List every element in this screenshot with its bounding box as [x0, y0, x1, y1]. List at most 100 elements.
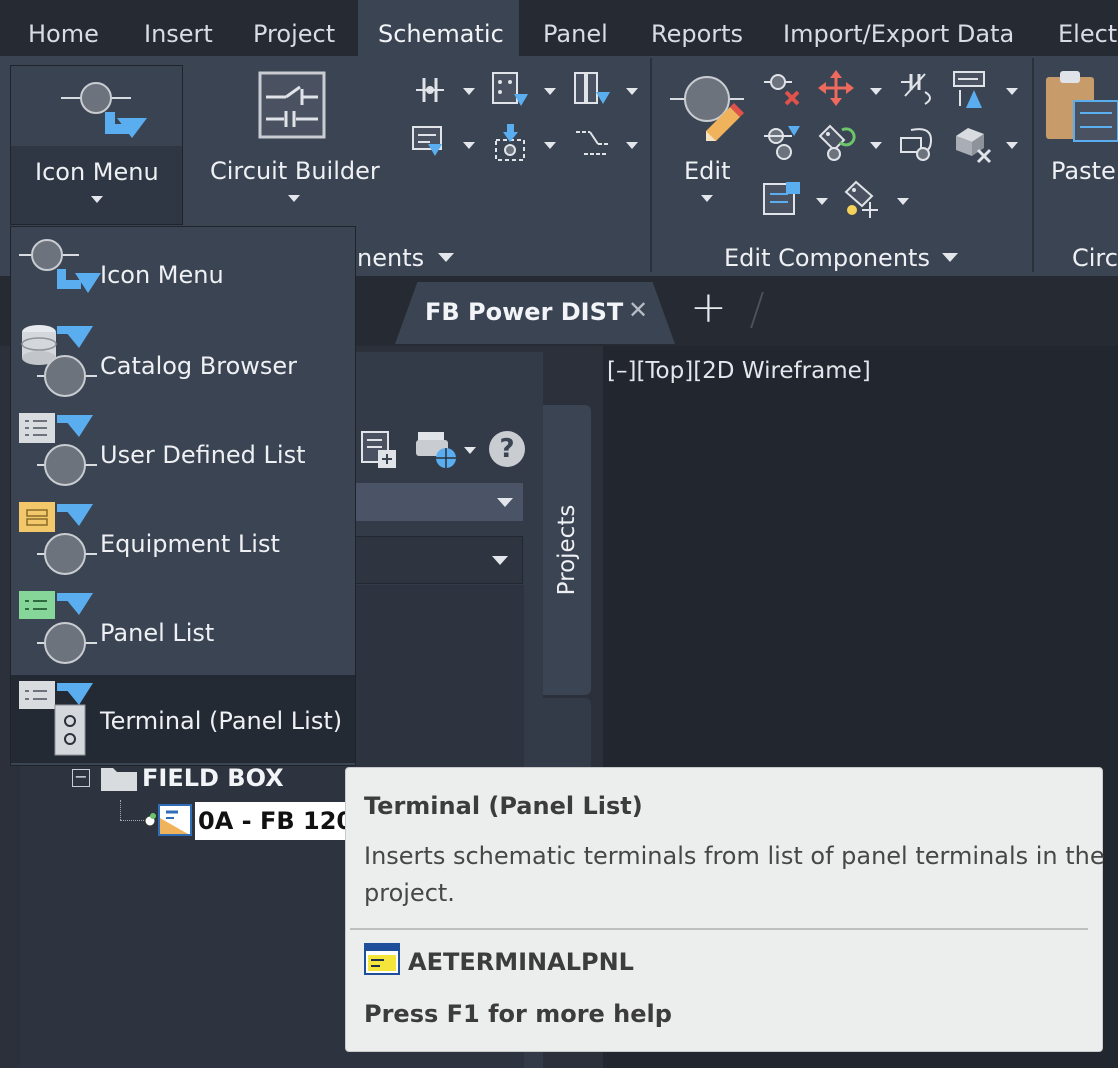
chevron-down-icon [870, 88, 882, 95]
chevron-down-icon [626, 88, 638, 95]
menu-item-label: Panel List [100, 619, 215, 647]
user-defined-list-icon [19, 413, 97, 486]
chevron-down-icon [870, 142, 882, 149]
toggle-no-nc-icon[interactable] [897, 70, 937, 110]
add-tab-icon[interactable]: + [690, 282, 727, 333]
menu-item-label: Icon Menu [100, 261, 224, 289]
circuit-panel-label: Circ [1072, 244, 1118, 272]
folder-icon [101, 768, 137, 791]
tree-connector [120, 800, 123, 820]
tree-drawing-label: 0A - FB 120 [198, 807, 345, 835]
edit-button[interactable]: Edit [664, 65, 754, 215]
user-move-icon[interactable] [897, 124, 939, 164]
circuit-builder-label: Circuit Builder [210, 157, 380, 185]
delete-block-icon[interactable] [952, 124, 994, 164]
tab-electrical[interactable]: Electr [1038, 0, 1118, 56]
chevron-down-icon [701, 195, 713, 202]
edit-icon [670, 76, 744, 141]
multi-bus-icon[interactable] [412, 72, 448, 108]
circuit-builder-icon [258, 71, 326, 139]
menu-item-label: Equipment List [100, 530, 280, 558]
paste-button[interactable]: Paste [1042, 65, 1118, 215]
chevron-down-icon [1006, 88, 1018, 95]
circuit-builder-button[interactable]: Circuit Builder [196, 65, 391, 215]
insert-wire-numbers-icon[interactable] [410, 124, 450, 160]
equipment-list-icon [19, 502, 97, 575]
ribbon-divider [650, 58, 652, 272]
chevron-down-icon [463, 142, 475, 149]
ribbon-tab-bar: Home Insert Project Schematic Panel Repo… [0, 0, 1118, 56]
chevron-down-icon [1006, 142, 1018, 149]
swap-block-icon[interactable] [952, 70, 994, 110]
ribbon-divider [1032, 58, 1034, 272]
catalog-browser-icon [21, 325, 97, 397]
tab-import-export-data[interactable]: Import/Export Data [763, 0, 1034, 56]
insert-splice-icon[interactable] [572, 70, 612, 110]
tab-insert[interactable]: Insert [124, 0, 233, 56]
chevron-down-icon [544, 88, 556, 95]
tab-reports[interactable]: Reports [631, 0, 763, 56]
terminal-panel-list-icon [19, 681, 93, 756]
menu-item-user-defined-list[interactable]: User Defined List [11, 405, 355, 494]
icon-menu-label: Icon Menu [35, 158, 159, 186]
chevron-down-icon[interactable] [942, 253, 958, 262]
insert-connector-icon[interactable] [490, 70, 530, 110]
move-component-icon[interactable] [818, 70, 854, 106]
panel-list-icon [19, 591, 97, 664]
tab-panel[interactable]: Panel [523, 0, 628, 56]
projects-side-tab-label: Projects [554, 504, 580, 596]
tooltip: Terminal (Panel List) Inserts schematic … [345, 767, 1105, 1052]
menu-item-catalog-browser[interactable]: Catalog Browser [11, 316, 355, 405]
drawing-status-icon [144, 813, 156, 827]
chevron-down-icon [897, 198, 909, 205]
tooltip-title: Terminal (Panel List) [364, 792, 643, 820]
tab-schematic[interactable]: Schematic [358, 0, 519, 56]
menu-item-label: User Defined List [100, 441, 306, 469]
close-icon[interactable]: ✕ [628, 296, 648, 324]
chevron-down-icon [91, 196, 103, 203]
chevron-down-icon [626, 142, 638, 149]
align-icon[interactable] [762, 180, 804, 218]
icon-menu-dropdown: Icon Menu Catalog Browser User Defined L… [10, 226, 356, 766]
chevron-down-icon[interactable] [464, 447, 476, 454]
tooltip-description-line2: project. [364, 879, 455, 907]
tree-folder-field-box[interactable]: FIELD BOX [142, 764, 284, 792]
menu-item-label: Catalog Browser [100, 352, 298, 380]
chevron-down-icon[interactable] [438, 253, 454, 262]
chevron-down-icon [497, 498, 513, 507]
edit-label: Edit [684, 157, 731, 185]
menu-item-panel-list[interactable]: Panel List [11, 583, 355, 672]
copy-component-icon[interactable] [762, 124, 802, 164]
delete-component-icon[interactable] [762, 70, 802, 110]
command-icon [364, 943, 400, 975]
menu-item-equipment-list[interactable]: Equipment List [11, 494, 355, 583]
menu-item-label: Terminal (Panel List) [100, 707, 343, 735]
help-icon[interactable]: ? [489, 431, 525, 467]
tab-home[interactable]: Home [8, 0, 119, 56]
chevron-down-icon [816, 198, 828, 205]
icon-menu-button[interactable]: Icon Menu [10, 65, 183, 225]
insert-location-box-icon[interactable] [492, 122, 532, 164]
chevron-down-icon [288, 195, 300, 202]
retag-component-icon[interactable] [816, 122, 858, 164]
tooltip-command-name: AETERMINALPNL [408, 948, 634, 976]
icon-menu-icon [61, 82, 147, 138]
project-task-list-icon[interactable] [360, 430, 400, 470]
menu-item-terminal-panel-list[interactable]: Terminal (Panel List) [11, 675, 355, 763]
paste-icon [1046, 71, 1118, 142]
attribute-icon[interactable] [842, 178, 884, 220]
menu-item-icon-menu[interactable]: Icon Menu [11, 227, 355, 316]
tab-project[interactable]: Project [233, 0, 355, 56]
tooltip-help-hint: Press F1 for more help [364, 1000, 672, 1028]
location-side-tab[interactable] [543, 698, 591, 778]
chevron-down-icon [492, 556, 508, 565]
viewport-controls-label[interactable]: [–][Top][2D Wireframe] [607, 358, 871, 384]
collapse-toggle[interactable]: − [72, 769, 90, 787]
edit-components-panel-label: Edit Components [724, 244, 930, 272]
insert-components-panel-label: nents [357, 244, 425, 272]
tree-drawing-selected[interactable]: 0A - FB 120 [195, 802, 345, 840]
document-tab-title: FB Power DIST [425, 298, 624, 326]
chevron-down-icon [463, 88, 475, 95]
insert-ladder-icon[interactable] [572, 124, 612, 164]
publish-icon[interactable] [414, 428, 460, 470]
